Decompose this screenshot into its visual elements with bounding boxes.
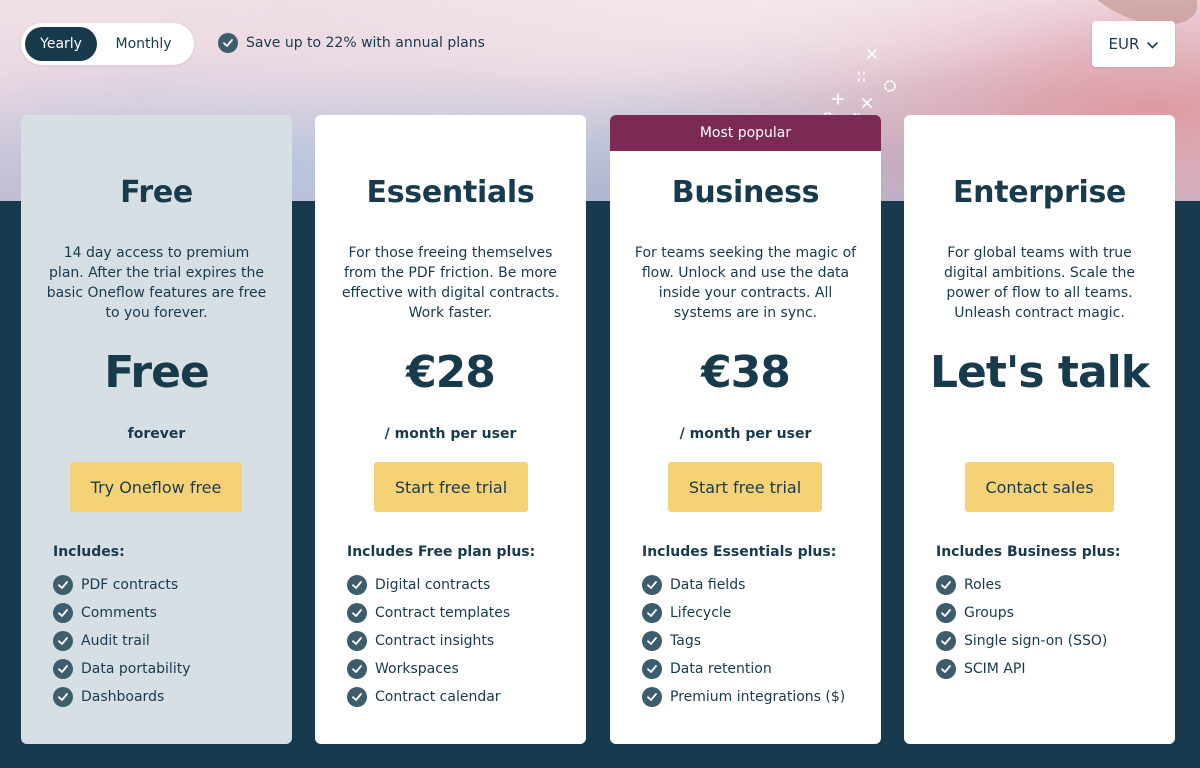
list-item: Workspaces: [347, 655, 510, 683]
plan-name: Business: [671, 175, 820, 210]
plan-description: 14 day access to premium plan. After the…: [46, 245, 267, 321]
check-circle-icon: [347, 603, 367, 623]
contact-sales-button[interactable]: Contact sales: [965, 462, 1114, 512]
feature-label: Workspaces: [375, 661, 459, 677]
plan-price: Let's talk: [930, 347, 1150, 398]
billing-period-toggle[interactable]: Yearly Monthly: [21, 23, 194, 65]
feature-label: Comments: [81, 605, 157, 621]
check-circle-icon: [936, 575, 956, 595]
list-item: Data fields: [642, 571, 845, 599]
feature-label: Data portability: [81, 661, 191, 677]
check-circle-icon: [642, 575, 662, 595]
check-circle-icon: [347, 659, 367, 679]
chevron-down-icon: [1147, 35, 1159, 53]
check-circle-icon: [218, 33, 238, 53]
check-circle-icon: [347, 575, 367, 595]
plan-card-enterprise: Enterprise For global teams with true di…: [904, 115, 1175, 744]
check-circle-icon: [936, 603, 956, 623]
feature-list: Digital contracts Contract templates Con…: [347, 571, 510, 711]
list-item: Digital contracts: [347, 571, 510, 599]
currency-select[interactable]: EUR: [1092, 21, 1175, 67]
start-free-trial-button[interactable]: Start free trial: [374, 462, 528, 512]
plan-name: Enterprise: [952, 175, 1127, 210]
check-circle-icon: [936, 631, 956, 651]
sparkles-icon: [822, 49, 896, 124]
feature-label: Digital contracts: [375, 577, 491, 593]
plan-name: Free: [120, 175, 193, 210]
feature-label: Contract templates: [375, 605, 511, 621]
list-item: Contract templates: [347, 599, 510, 627]
list-item: Tags: [642, 627, 845, 655]
plan-period: forever: [127, 426, 186, 442]
check-circle-icon: [53, 575, 73, 595]
feature-label: Premium integrations ($): [670, 689, 846, 705]
list-item: Contract insights: [347, 627, 510, 655]
feature-label: Groups: [964, 605, 1014, 621]
includes-title: Includes Essentials plus:: [642, 544, 837, 560]
check-circle-icon: [53, 603, 73, 623]
plan-description: For teams seeking the magic of flow. Unl…: [634, 245, 857, 321]
includes-title: Includes Free plan plus:: [347, 544, 536, 560]
plan-description: For global teams with true digital ambit…: [943, 245, 1136, 321]
plan-price: Free: [104, 347, 210, 398]
currency-value: EUR: [1108, 35, 1140, 53]
list-item: Data portability: [53, 655, 190, 683]
feature-label: Roles: [964, 577, 1002, 593]
feature-label: PDF contracts: [81, 577, 179, 593]
list-item: Data retention: [642, 655, 845, 683]
most-popular-badge: Most popular: [610, 115, 881, 151]
list-item: Groups: [936, 599, 1107, 627]
list-item: Premium integrations ($): [642, 683, 845, 711]
plan-card-essentials: Essentials For those freeing themselves …: [315, 115, 586, 744]
try-oneflow-free-button[interactable]: Try Oneflow free: [70, 462, 242, 512]
includes-title: Includes:: [53, 544, 125, 560]
feature-label: Dashboards: [81, 689, 165, 705]
feature-label: Data fields: [670, 577, 746, 593]
check-circle-icon: [936, 659, 956, 679]
check-circle-icon: [347, 687, 367, 707]
feature-label: Single sign-on (SSO): [964, 633, 1108, 649]
list-item: Contract calendar: [347, 683, 510, 711]
check-circle-icon: [642, 687, 662, 707]
feature-label: SCIM API: [964, 661, 1026, 677]
list-item: PDF contracts: [53, 571, 190, 599]
check-circle-icon: [347, 631, 367, 651]
list-item: Dashboards: [53, 683, 190, 711]
list-item: Audit trail: [53, 627, 190, 655]
plan-card-business: Most popular Business For teams seeking …: [610, 115, 881, 744]
plan-card-free: Free 14 day access to premium plan. Afte…: [21, 115, 292, 744]
plan-period: / month per user: [679, 426, 812, 442]
check-circle-icon: [53, 687, 73, 707]
feature-label: Lifecycle: [670, 605, 732, 621]
plan-period: / month per user: [384, 426, 517, 442]
check-circle-icon: [53, 659, 73, 679]
feature-label: Tags: [670, 633, 701, 649]
check-circle-icon: [642, 631, 662, 651]
list-item: Roles: [936, 571, 1107, 599]
monthly-toggle-option[interactable]: Monthly: [97, 27, 190, 61]
check-circle-icon: [642, 659, 662, 679]
feature-list: Data fields Lifecycle Tags Data retentio…: [642, 571, 845, 711]
check-circle-icon: [53, 631, 73, 651]
feature-label: Contract insights: [375, 633, 495, 649]
list-item: Lifecycle: [642, 599, 845, 627]
plan-name: Essentials: [366, 175, 535, 210]
plan-price: €38: [701, 347, 791, 398]
plan-price: €28: [406, 347, 496, 398]
feature-list: Roles Groups Single sign-on (SSO) SCIM A…: [936, 571, 1107, 683]
list-item: Comments: [53, 599, 190, 627]
list-item: Single sign-on (SSO): [936, 627, 1107, 655]
yearly-toggle-option[interactable]: Yearly: [25, 27, 98, 61]
plan-description: For those freeing themselves from the PD…: [341, 245, 560, 321]
annual-savings-note: Save up to 22% with annual plans: [218, 33, 485, 53]
check-circle-icon: [642, 603, 662, 623]
feature-label: Contract calendar: [375, 689, 501, 705]
list-item: SCIM API: [936, 655, 1107, 683]
annual-savings-text: Save up to 22% with annual plans: [246, 35, 485, 51]
feature-label: Audit trail: [81, 633, 150, 649]
feature-label: Data retention: [670, 661, 772, 677]
feature-list: PDF contracts Comments Audit trail Data …: [53, 571, 190, 711]
includes-title: Includes Business plus:: [936, 544, 1121, 560]
start-free-trial-button[interactable]: Start free trial: [668, 462, 822, 512]
